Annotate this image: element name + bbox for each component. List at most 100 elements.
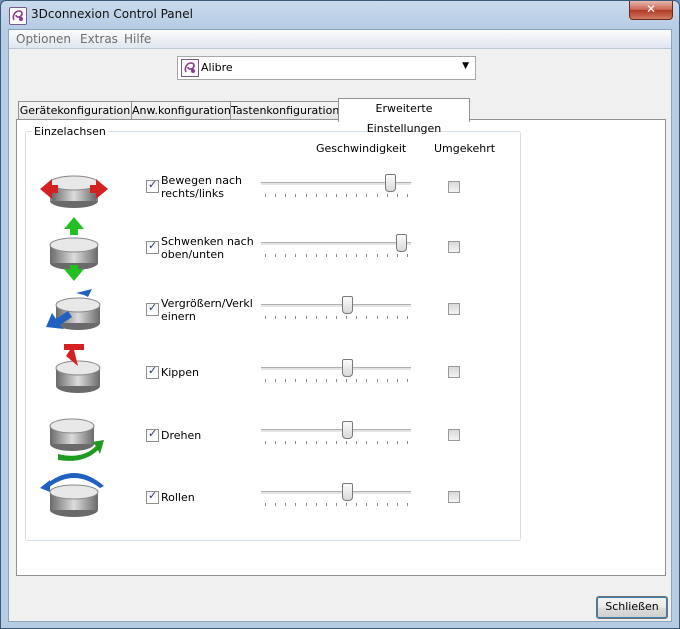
tilt-icon (38, 338, 102, 398)
slider-tick (407, 379, 408, 382)
slider-tick (316, 194, 317, 197)
slider-tick (295, 316, 296, 319)
single-axes-group: Einzelachsen Geschwindigkeit Umgekehrt ✓… (25, 125, 521, 541)
alibre-icon (181, 59, 199, 77)
slider-tick (387, 254, 388, 257)
slider-tick (356, 316, 357, 319)
tab-tastenkonfiguration[interactable]: Tastenkonfiguration (230, 101, 340, 121)
check-icon: ✓ (148, 301, 158, 314)
slider-thumb[interactable] (385, 174, 396, 192)
slider-tick (275, 379, 276, 382)
axis-label: Schwenken nach oben/unten (161, 235, 254, 261)
slider-tick (407, 254, 408, 257)
axis-label: Bewegen nach rechts/links (161, 174, 243, 200)
speed-slider[interactable] (261, 233, 411, 257)
invert-checkbox[interactable] (448, 181, 460, 193)
slider-tick (295, 441, 296, 444)
slider-tick (336, 379, 337, 382)
application-select[interactable]: Alibre ▼ (177, 56, 476, 80)
slider-tick (397, 254, 398, 257)
speed-slider[interactable] (261, 358, 411, 382)
slider-tick (326, 254, 327, 257)
slider-tick (285, 194, 286, 197)
axis-label: Drehen (161, 429, 202, 442)
slider-tick (265, 503, 266, 506)
menu-hilfe[interactable]: Hilfe (124, 32, 151, 46)
slider-thumb[interactable] (342, 296, 353, 314)
slider-tick (356, 194, 357, 197)
slider-tick (387, 316, 388, 319)
invert-checkbox[interactable] (448, 491, 460, 503)
slider-tick (295, 503, 296, 506)
axis-enable-checkbox[interactable]: ✓ (146, 239, 159, 254)
pan-left-right-icon (38, 157, 108, 217)
slider-tick (356, 503, 357, 506)
axis-enable-checkbox[interactable]: ✓ (146, 178, 159, 193)
menu-extras[interactable]: Extras (80, 32, 118, 46)
slider-tick (285, 503, 286, 506)
control-panel-window: 3Dconnexion Control Panel ✕ Optionen Ext… (0, 0, 680, 629)
slider-ticks (265, 441, 408, 445)
slider-tick (265, 254, 266, 257)
slider-tick (397, 316, 398, 319)
speed-slider[interactable] (261, 173, 411, 197)
speed-column-header: Geschwindigkeit (316, 142, 407, 155)
tab-erweiterte-einstellungen[interactable]: Erweiterte Einstellungen (338, 98, 470, 135)
slider-tick (285, 316, 286, 319)
slider-tick (275, 441, 276, 444)
slider-tick (397, 441, 398, 444)
slider-tick (326, 379, 327, 382)
axis-row-zoom: ✓ Vergrößern/Verkleinern (26, 279, 520, 339)
invert-checkbox[interactable] (448, 303, 460, 315)
axis-enable-checkbox[interactable]: ✓ (146, 489, 159, 504)
invert-checkbox[interactable] (448, 429, 460, 441)
application-select-value: Alibre (201, 61, 233, 74)
spin-icon (38, 404, 104, 464)
slider-tick (285, 254, 286, 257)
slider-tick (377, 379, 378, 382)
tab-anwkonfiguration[interactable]: Anw.konfiguration (131, 101, 231, 121)
window-close-button[interactable]: ✕ (629, 1, 673, 20)
title-bar[interactable]: 3Dconnexion Control Panel ✕ (1, 1, 679, 29)
invert-checkbox[interactable] (448, 241, 460, 253)
slider-tick (275, 254, 276, 257)
close-dialog-button[interactable]: Schließen (596, 596, 668, 619)
chevron-down-icon[interactable]: ▼ (462, 61, 469, 71)
slider-tick (346, 503, 347, 506)
slider-tick (326, 441, 327, 444)
invert-checkbox[interactable] (448, 366, 460, 378)
speed-slider[interactable] (261, 482, 411, 506)
slider-ticks (265, 254, 408, 258)
menu-optionen[interactable]: Optionen (16, 32, 71, 46)
axis-enable-checkbox[interactable]: ✓ (146, 427, 159, 442)
slider-tick (377, 503, 378, 506)
axis-enable-checkbox[interactable]: ✓ (146, 364, 159, 379)
slider-thumb[interactable] (342, 359, 353, 377)
slider-tick (295, 379, 296, 382)
slider-tick (316, 379, 317, 382)
speed-slider[interactable] (261, 420, 411, 444)
slider-tick (275, 316, 276, 319)
slider-thumb[interactable] (342, 483, 353, 501)
slider-tick (336, 194, 337, 197)
slider-tick (387, 441, 388, 444)
slider-tick (265, 379, 266, 382)
slider-tick (306, 503, 307, 506)
axis-enable-checkbox[interactable]: ✓ (146, 301, 159, 316)
pan-up-down-icon (38, 217, 102, 281)
axis-row-spin: ✓ Drehen (26, 404, 520, 464)
axis-row-pan-x: ✓ Bewegen nach rechts/links (26, 157, 520, 217)
tab-geraetekonfiguration[interactable]: Gerätekonfiguration (18, 101, 132, 121)
check-icon: ✓ (148, 178, 158, 191)
group-title: Einzelachsen (32, 125, 108, 138)
slider-tick (356, 441, 357, 444)
slider-thumb[interactable] (342, 421, 353, 439)
slider-track (261, 367, 411, 371)
slider-tick (407, 194, 408, 197)
axis-row-pan-y: ✓ Schwenken nach oben/unten (26, 217, 520, 281)
speed-slider[interactable] (261, 295, 411, 319)
slider-tick (407, 441, 408, 444)
slider-thumb[interactable] (396, 234, 407, 252)
slider-ticks (265, 316, 408, 320)
slider-track (261, 491, 411, 495)
